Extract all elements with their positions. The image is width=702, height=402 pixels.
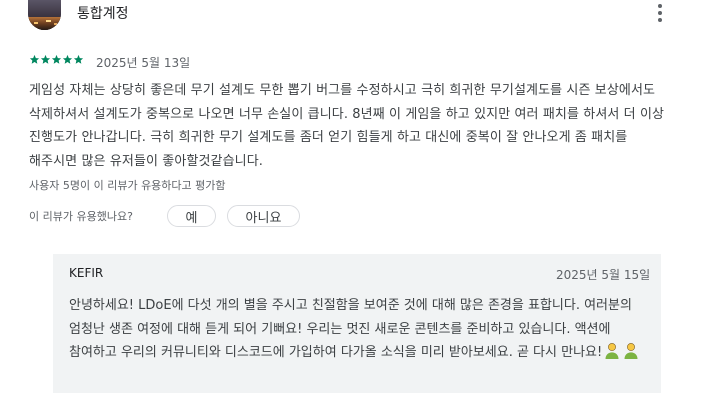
star-icon: [73, 54, 84, 64]
star-icon: [51, 54, 62, 64]
people-emoji-icon: [604, 343, 640, 368]
developer-name: KEFIR: [69, 266, 104, 280]
reply-date: 2025년 5월 15일: [556, 268, 651, 282]
helpful-count: 사용자 5명이 이 리뷰가 유용하다고 평가함: [29, 179, 226, 192]
star-icon: [62, 54, 73, 64]
more-options-button[interactable]: [652, 2, 668, 24]
helpful-question: 이 리뷰가 유용했나요?: [29, 210, 133, 223]
more-vert-icon-dot: [658, 18, 662, 22]
reviewer-name: 통합계정: [77, 6, 129, 22]
helpful-no-button[interactable]: 아니요: [227, 205, 300, 227]
reply-text: 안녕하세요! LDoE에 다섯 개의 별을 주시고 친절함을 보여준 것에 대해…: [69, 298, 632, 360]
review-date: 2025년 5월 13일: [96, 56, 191, 70]
star-icon: [29, 54, 40, 64]
more-vert-icon: [658, 4, 662, 8]
review-body: 게임성 자체는 상당히 좋은데 무기 설계도 무한 뽑기 버그를 수정하시고 극…: [29, 83, 665, 169]
more-vert-icon-dot: [658, 11, 662, 15]
user-avatar: [28, 0, 61, 30]
star-rating: [29, 54, 84, 65]
star-icon: [40, 54, 51, 64]
helpful-yes-button[interactable]: 예: [167, 205, 216, 227]
reply-body: 안녕하세요! LDoE에 다섯 개의 별을 주시고 친절함을 보여준 것에 대해…: [69, 294, 649, 368]
